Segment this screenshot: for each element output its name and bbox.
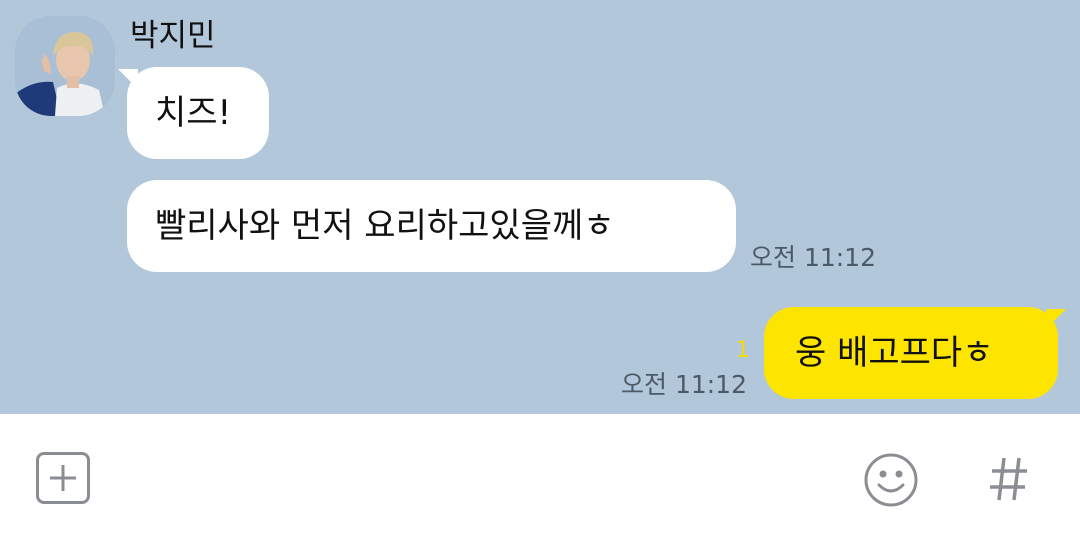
- message-input-bar: [0, 414, 1080, 541]
- hashtag-button[interactable]: [988, 454, 1030, 504]
- attach-button[interactable]: [36, 452, 90, 504]
- incoming-message-bubble[interactable]: 치즈!: [127, 67, 269, 159]
- message-timestamp: 오전 11:12: [621, 370, 747, 399]
- outgoing-message-bubble[interactable]: 웅 배고프다ㅎ: [764, 307, 1058, 399]
- chat-message-area[interactable]: 박지민 치즈! 빨리사와 먼저 요리하고있을께ㅎ 오전 11:12 1 오전 1…: [0, 0, 1080, 414]
- smiley-icon: [864, 453, 918, 507]
- hashtag-icon: [990, 457, 1027, 501]
- incoming-message-bubble[interactable]: 빨리사와 먼저 요리하고있을께ㅎ: [127, 180, 736, 272]
- sender-name: 박지민: [130, 18, 216, 54]
- message-timestamp: 오전 11:12: [750, 243, 876, 272]
- plus-square-icon: [50, 465, 76, 491]
- profile-photo: [15, 16, 115, 116]
- chat-screen: 박지민 치즈! 빨리사와 먼저 요리하고있을께ㅎ 오전 11:12 1 오전 1…: [0, 0, 1080, 541]
- emoji-button[interactable]: [862, 451, 920, 509]
- unread-count: 1: [736, 338, 750, 363]
- avatar[interactable]: [15, 16, 115, 116]
